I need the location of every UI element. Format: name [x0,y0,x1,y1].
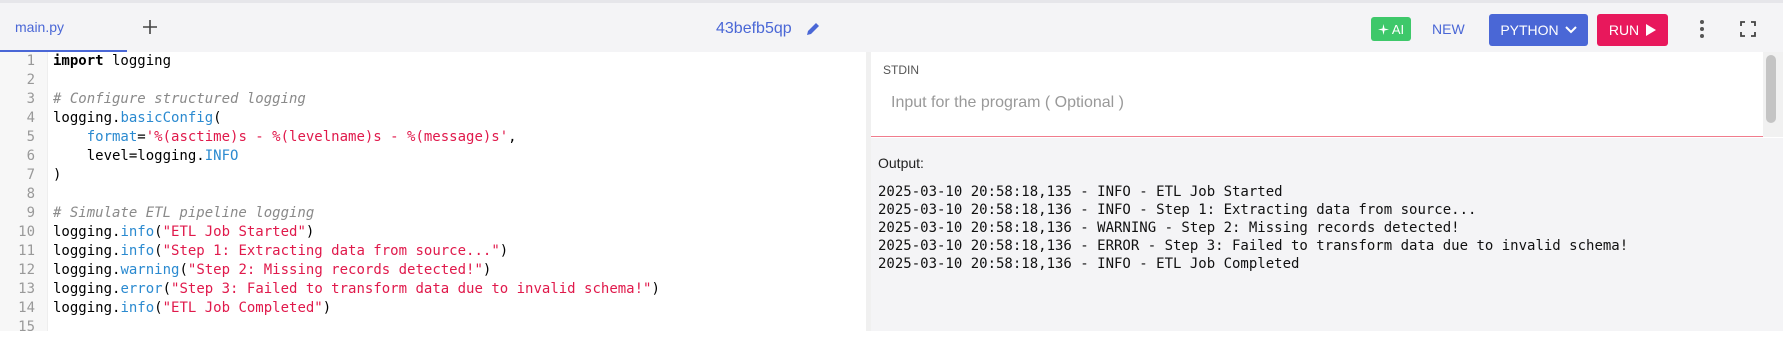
code-token: ( [154,243,163,259]
code-line: format='%(asctime)s - %(levelname)s - %(… [53,128,517,147]
line-number: 1 [26,53,35,69]
tab-label: main.py [15,19,65,35]
top-bar: main.py 43befb5qp AI NEW PYTHON RUN [0,0,1783,52]
code-token: logging. [53,262,121,278]
code-token: ) [305,224,315,240]
output-panel: Output: 2025-03-10 20:58:18,135 - INFO -… [871,138,1783,331]
code-token: ) [651,281,660,297]
line-number: 10 [18,224,35,240]
code-line: logging.info("ETL Job Started") [53,223,314,242]
code-token: "ETL Job Started" [162,224,306,240]
code-token: level=logging. [53,148,205,164]
code-token: "Step 3: Failed to transform data due to… [171,281,652,297]
code-line: ) [53,167,62,183]
run-button[interactable]: RUN [1597,14,1668,46]
code-token: warning [120,262,180,278]
run-button-label: RUN [1608,22,1640,38]
code-token: ) [322,300,332,316]
line-number: 5 [26,129,35,145]
add-tab-icon[interactable] [140,17,160,37]
language-label: PYTHON [1500,22,1559,38]
code-token: info [120,224,155,240]
line-number: 11 [18,243,35,259]
code-token: = [137,129,146,145]
code-token: ( [154,224,163,240]
line-number: 4 [26,110,35,126]
ai-button-label: AI [1391,21,1405,37]
line-number: 14 [18,300,35,316]
output-line: 2025-03-10 20:58:18,136 - ERROR - Step 3… [878,238,1629,254]
code-line: # Simulate ETL pipeline logging [53,205,315,221]
code-editor[interactable]: 1 2 3 4 5 6 7 8 9 10 11 12 13 14 15 impo… [0,52,866,335]
stdin-label: STDIN [883,63,919,77]
sparkle-icon [1377,23,1389,35]
code-token: "Step 1: Extracting data from source..." [162,243,500,259]
line-number: 8 [26,186,35,202]
language-select[interactable]: PYTHON [1489,14,1588,46]
code-token: ( [162,281,172,297]
line-number: 15 [18,319,35,335]
stdin-panel: STDIN [871,52,1763,137]
code-line: # Configure structured logging [53,91,306,107]
code-token: ( [213,110,222,126]
code-token: logging [103,53,172,69]
code-token: logging. [53,300,121,316]
code-token: ( [179,262,188,278]
code-token: logging. [53,224,121,240]
line-number: 9 [26,205,35,221]
output-label: Output: [878,155,924,171]
pencil-icon[interactable] [804,20,822,38]
code-token: ) [482,262,492,278]
line-number: 2 [26,72,35,88]
ai-button[interactable]: AI [1371,17,1411,41]
line-number: 13 [18,281,35,297]
code-line: import logging [53,52,171,71]
code-token: ( [154,300,163,316]
code-line: logging.info("ETL Job Completed") [53,299,331,318]
code-token: logging. [53,281,121,297]
code-token: format [86,129,138,145]
code-line: logging.warning("Step 2: Missing records… [53,261,491,280]
tab-main-py[interactable]: main.py [0,3,127,52]
line-number: 12 [18,262,35,278]
chevron-down-icon [1564,26,1577,34]
code-token: , [508,129,517,145]
line-number-gutter: 1 2 3 4 5 6 7 8 9 10 11 12 13 14 15 [0,52,48,335]
code-token: logging. [53,110,121,126]
code-token: info [120,243,155,259]
code-line: level=logging.INFO [53,147,239,166]
line-number: 3 [26,91,35,107]
code-token: basicConfig [120,110,214,126]
code-line: logging.info("Step 1: Extracting data fr… [53,242,508,261]
more-vertical-icon[interactable] [1694,19,1710,39]
output-line: 2025-03-10 20:58:18,136 - INFO - Step 1:… [878,202,1477,218]
code-token: ) [499,243,509,259]
code-token: "ETL Job Completed" [162,300,323,316]
play-icon [1646,24,1657,36]
line-number: 7 [26,167,35,183]
output-line: 2025-03-10 20:58:18,136 - WARNING - Step… [878,220,1460,236]
scrollbar-thumb[interactable] [1766,55,1776,123]
page-title: 43befb5qp [716,20,792,37]
file-title-group: 43befb5qp [716,18,822,40]
code-token: logging. [53,243,121,259]
code-token: info [120,300,155,316]
stdin-input[interactable] [891,94,1711,112]
code-token: INFO [204,148,239,164]
code-line: logging.basicConfig( [53,109,222,128]
code-token: import [53,53,104,69]
fullscreen-icon[interactable] [1740,21,1756,37]
code-token: error [120,281,163,297]
code-token: '%(asctime)s - %(levelname)s - %(message… [145,129,509,145]
line-number: 6 [26,148,35,164]
output-line: 2025-03-10 20:58:18,135 - INFO - ETL Job… [878,184,1283,200]
code-line: logging.error("Step 3: Failed to transfo… [53,280,660,299]
code-token: "Step 2: Missing records detected!" [187,262,483,278]
output-line: 2025-03-10 20:58:18,136 - INFO - ETL Job… [878,256,1300,272]
new-button[interactable]: NEW [1432,21,1465,37]
